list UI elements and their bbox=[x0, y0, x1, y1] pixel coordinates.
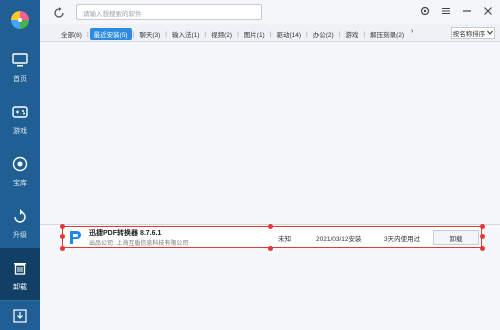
tab-input-method[interactable]: 输入法(1) bbox=[168, 28, 203, 40]
pdf-converter-icon bbox=[67, 229, 84, 246]
sidebar-item-treasure[interactable]: 宝库 bbox=[0, 144, 40, 196]
tab-recent[interactable]: 最近安装(5) bbox=[89, 28, 132, 40]
tab-chat[interactable]: 聊天(3) bbox=[135, 28, 164, 40]
tab-driver[interactable]: 驱动(14) bbox=[272, 28, 305, 40]
selection-handle bbox=[479, 245, 485, 251]
selection-handle bbox=[268, 245, 273, 251]
selection-handle bbox=[59, 234, 65, 239]
refresh-icon[interactable] bbox=[53, 6, 65, 18]
tabs-next-arrow[interactable]: › bbox=[411, 28, 413, 35]
sidebar-item-label: 首页 bbox=[13, 75, 27, 83]
download-icon[interactable] bbox=[0, 300, 40, 330]
sidebar: 首页 游戏 宝库 升级 卸载 bbox=[0, 0, 40, 330]
tab-games[interactable]: 游戏 bbox=[341, 28, 362, 40]
trash-icon bbox=[9, 257, 31, 279]
monitor-icon bbox=[9, 49, 31, 71]
selection-handle bbox=[479, 223, 485, 229]
chevron-down-icon bbox=[487, 30, 494, 37]
top-bar: 请输入想搜索的软件 bbox=[40, 0, 500, 24]
window-controls bbox=[419, 4, 494, 18]
upgrade-icon bbox=[9, 205, 31, 227]
sidebar-item-uninstall[interactable]: 卸载 bbox=[0, 248, 40, 300]
sort-dropdown[interactable]: 按名称排序 bbox=[451, 27, 495, 39]
settings-icon[interactable] bbox=[419, 4, 431, 18]
selection-handle bbox=[268, 223, 273, 229]
usage-status: 3天内使用过 bbox=[384, 236, 421, 243]
app-name: 迅捷PDF转换器 8.7.6.1 bbox=[89, 230, 162, 237]
minimize-icon[interactable] bbox=[461, 4, 473, 18]
app-publisher: 出品公司: 上海互盾信息科技有限公司 bbox=[89, 241, 189, 247]
sidebar-item-label: 游戏 bbox=[13, 127, 27, 135]
sidebar-item-home[interactable]: 首页 bbox=[0, 40, 40, 92]
tab-compress[interactable]: 解压刻录(2) bbox=[366, 28, 408, 40]
selection-handle bbox=[479, 234, 485, 239]
tab-image[interactable]: 图片(1) bbox=[240, 28, 269, 40]
sort-label: 按名称排序 bbox=[452, 31, 486, 38]
app-size: 未知 bbox=[278, 236, 291, 243]
close-icon[interactable] bbox=[482, 4, 494, 18]
sidebar-item-label: 宝库 bbox=[13, 179, 27, 187]
list-item[interactable]: 迅捷PDF转换器 8.7.6.1 出品公司: 上海互盾信息科技有限公司 未知 2… bbox=[59, 223, 485, 251]
tab-video[interactable]: 视频(2) bbox=[207, 28, 236, 40]
tab-office[interactable]: 办公(2) bbox=[309, 28, 338, 40]
sidebar-item-label: 升级 bbox=[13, 231, 27, 239]
tab-all[interactable]: 全部(8) bbox=[57, 28, 86, 40]
selection-handle bbox=[59, 223, 65, 229]
category-tabs: 全部(8) | 最近安装(5) | 聊天(3) | 输入法(1) | 视频(2)… bbox=[40, 24, 500, 42]
uninstall-button[interactable]: 卸载 bbox=[433, 230, 479, 245]
sidebar-item-label: 卸载 bbox=[13, 283, 27, 291]
search-input[interactable]: 请输入想搜索的软件 bbox=[76, 4, 262, 20]
selection-handle bbox=[59, 245, 65, 251]
pinwheel-logo[interactable] bbox=[0, 0, 40, 40]
sidebar-item-games[interactable]: 游戏 bbox=[0, 92, 40, 144]
install-date: 2021/03/12安装 bbox=[316, 236, 362, 243]
menu-icon[interactable] bbox=[440, 4, 452, 18]
app-list: 迅捷PDF转换器 8.7.6.1 出品公司: 上海互盾信息科技有限公司 未知 2… bbox=[40, 42, 500, 330]
treasure-icon bbox=[9, 153, 31, 175]
gamepad-icon bbox=[9, 101, 31, 123]
sidebar-item-upgrade[interactable]: 升级 bbox=[0, 196, 40, 248]
